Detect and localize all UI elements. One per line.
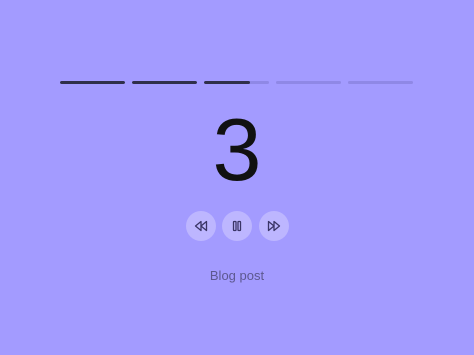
progress-segment <box>60 81 125 84</box>
progress-segment <box>132 81 197 84</box>
countdown-number: 3 <box>212 100 262 199</box>
progress-segment <box>204 81 269 84</box>
story-player: 3 Blog post <box>0 0 474 355</box>
progress-segment <box>276 81 341 84</box>
progress-segment <box>348 81 413 84</box>
rewind-button[interactable] <box>186 211 216 241</box>
playback-controls <box>0 211 474 241</box>
fast-forward-icon <box>266 218 282 234</box>
fast-forward-button[interactable] <box>259 211 289 241</box>
rewind-icon <box>193 218 209 234</box>
caption-label: Blog post <box>209 268 265 283</box>
progress-segment-fill <box>204 81 250 84</box>
progress-segments <box>60 81 415 84</box>
progress-segment-fill <box>60 81 125 84</box>
progress-segment-fill <box>132 81 197 84</box>
pause-button[interactable] <box>222 211 252 241</box>
pause-icon <box>229 218 245 234</box>
